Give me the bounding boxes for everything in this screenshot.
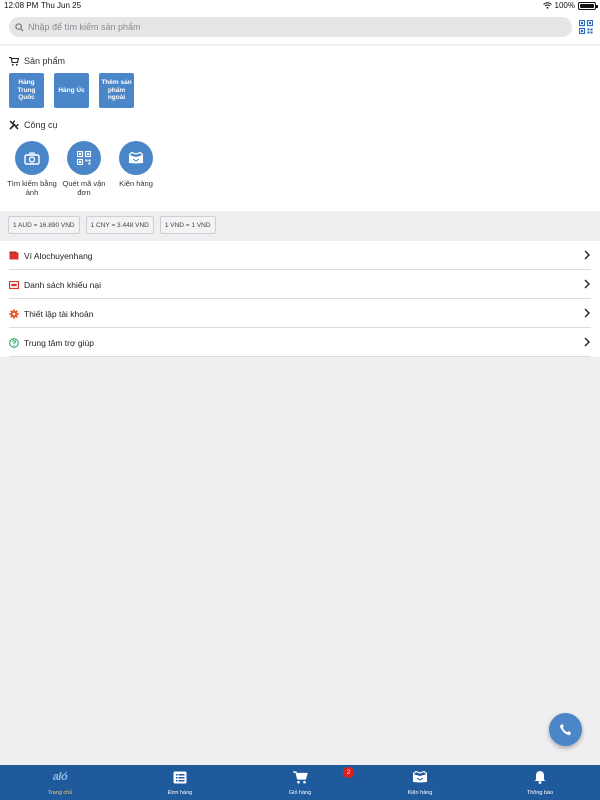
tab-cart-label: Giỏ hàng [288, 790, 312, 796]
tab-packages[interactable]: Kiện hàng [360, 765, 480, 800]
tab-cart[interactable]: Giỏ hàng [240, 765, 360, 800]
tab-notifications-label: Thông báo [526, 790, 554, 796]
product-australia-button[interactable]: Hàng Úc [54, 73, 89, 108]
rate-cny: 1 CNY = 3.448 VND [85, 216, 154, 234]
cart-icon [9, 56, 19, 66]
tools-icon [9, 120, 19, 130]
menu-item-label: Danh sách khiếu nại [24, 279, 102, 290]
tool-image-search[interactable]: Tìm kiếm bằng ảnh [6, 141, 58, 197]
cart-badge: 2 [343, 767, 354, 778]
bell-icon [534, 771, 546, 784]
battery-percent: 100% [554, 1, 575, 10]
divider [9, 356, 591, 357]
tool-packages[interactable]: Kiện hàng [110, 141, 162, 188]
tool-image-search-label: Tìm kiếm bằng ảnh [7, 179, 57, 197]
tools-title: Công cụ [24, 120, 58, 130]
main-panel: Sản phẩm Hàng Trung Quốc Hàng Úc Thêm sả… [0, 46, 600, 211]
products-row: Hàng Trung Quốc Hàng Úc Thêm sản phẩm ng… [9, 73, 134, 108]
phone-icon [559, 723, 572, 736]
home-logo-icon: aló [52, 771, 68, 783]
battery-icon [578, 1, 598, 10]
cart-icon [292, 770, 308, 783]
qr-scan-icon[interactable] [579, 20, 593, 34]
help-icon [9, 337, 19, 348]
search-bar [0, 12, 600, 44]
tool-packages-circle[interactable] [119, 141, 153, 175]
chevron-right-icon [584, 337, 590, 347]
tab-home-label: Trang chủ [47, 790, 73, 796]
status-date: Thu Jun 25 [41, 1, 82, 10]
menu-item-label: Ví Alochuyenhang [24, 250, 93, 261]
menu-item-wallet[interactable]: Ví Alochuyenhang [0, 241, 600, 270]
menu-item-label: Thiết lập tài khoản [24, 308, 94, 319]
tool-scan-waybill[interactable]: Quét mã vận đơn [58, 141, 110, 197]
tab-orders[interactable]: Đơn hàng [120, 765, 240, 800]
tool-scan-waybill-circle[interactable] [67, 141, 101, 175]
product-china-button[interactable]: Hàng Trung Quốc [9, 73, 44, 108]
search-icon [15, 22, 24, 32]
status-right: 100% [542, 1, 598, 10]
tab-packages-label: Kiện hàng [407, 790, 433, 796]
search-input[interactable] [28, 22, 548, 32]
tool-packages-label: Kiện hàng [119, 179, 153, 188]
search-field[interactable] [9, 17, 572, 37]
bottom-tab-bar: aló Trang chủ Đơn hàng Giỏ hàng Kiện hàn… [0, 765, 600, 800]
complaint-icon [9, 280, 19, 290]
qr-code-icon [77, 151, 91, 165]
rate-aud: 1 AUD = 16.890 VND [8, 216, 80, 234]
status-time: 12:08 PM [4, 1, 39, 10]
order-list-icon [173, 771, 187, 783]
status-bar: 12:08 PM Thu Jun 25 100% [0, 0, 600, 12]
rate-vnd: 1 VND = 1 VND [159, 216, 216, 234]
menu-item-account-settings[interactable]: Thiết lập tài khoản [0, 299, 600, 328]
call-button[interactable] [549, 713, 582, 746]
package-icon [128, 152, 144, 164]
settings-icon [9, 308, 19, 319]
menu-item-complaints[interactable]: Danh sách khiếu nại [0, 270, 600, 299]
chevron-right-icon [584, 308, 590, 318]
menu-list: Ví Alochuyenhang Danh sách khiếu nại Thi… [0, 241, 600, 357]
products-title: Sản phẩm [24, 56, 66, 66]
products-header: Sản phẩm [9, 56, 65, 66]
tools-header: Công cụ [9, 120, 58, 130]
exchange-rates: 1 AUD = 16.890 VND 1 CNY = 3.448 VND 1 V… [8, 216, 216, 234]
tab-home[interactable]: aló Trang chủ [0, 765, 120, 800]
tab-notifications[interactable]: Thông báo [480, 765, 600, 800]
tool-image-search-circle[interactable] [15, 141, 49, 175]
chevron-right-icon [584, 250, 590, 260]
package-icon [412, 771, 428, 783]
wifi-icon [542, 2, 552, 9]
chevron-right-icon [584, 279, 590, 289]
tool-scan-waybill-label: Quét mã vận đơn [62, 179, 106, 197]
wallet-icon [9, 251, 19, 261]
tab-orders-label: Đơn hàng [167, 790, 193, 796]
menu-item-label: Trung tâm trợ giúp [24, 337, 94, 348]
product-add-external-button[interactable]: Thêm sản phẩm ngoài [99, 73, 134, 108]
menu-item-help-center[interactable]: Trung tâm trợ giúp [0, 328, 600, 357]
camera-icon [24, 151, 40, 165]
